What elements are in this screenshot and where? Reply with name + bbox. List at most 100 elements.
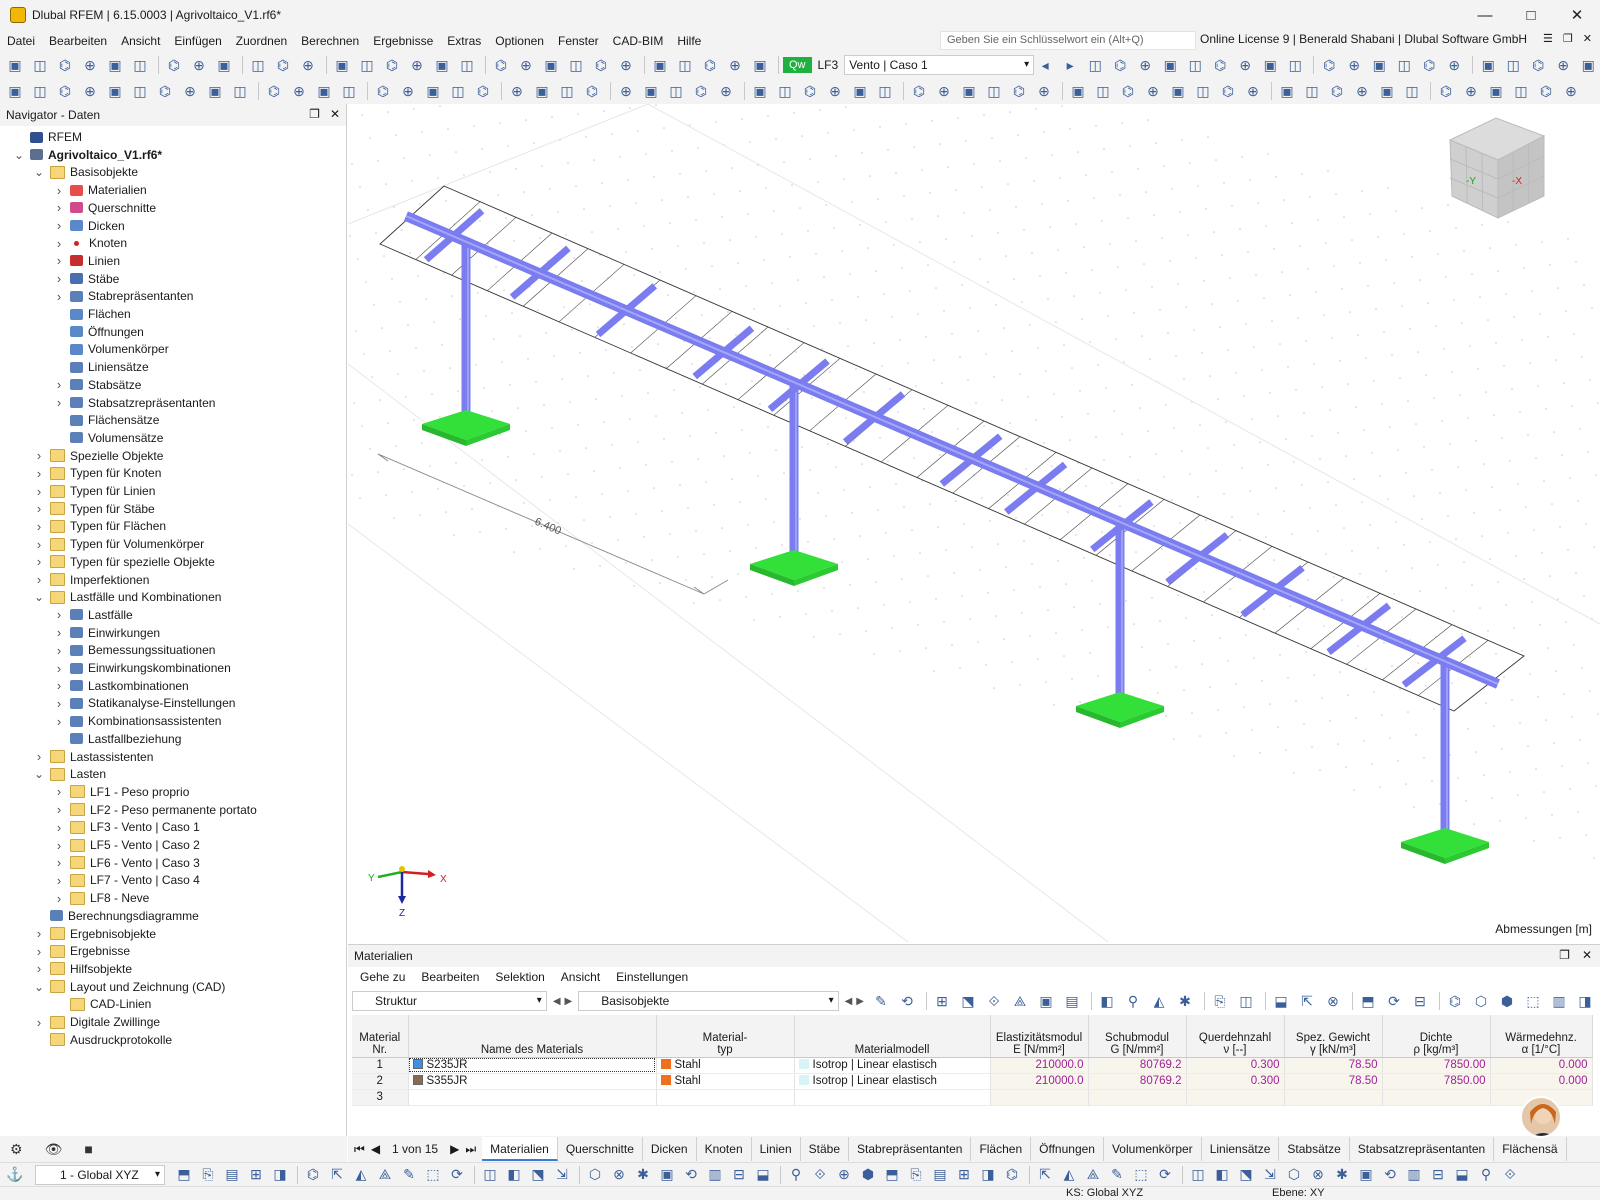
snap-tool-icon[interactable]: ⊟	[1427, 1164, 1449, 1186]
nav-item[interactable]: › LF7 - Vento | Caso 4	[52, 871, 200, 889]
snap-tool-icon[interactable]: ⚲	[1475, 1164, 1497, 1186]
tool-icon[interactable]: ▣	[1276, 80, 1298, 102]
snap-tool-icon[interactable]: ⟲	[1379, 1164, 1401, 1186]
nav-item[interactable]: Flächen	[52, 305, 131, 323]
table-tool-icon[interactable]: ⊞	[931, 990, 953, 1012]
materials-menu-item[interactable]: Ansicht	[553, 970, 608, 984]
nav-item[interactable]: › Imperfektionen	[32, 571, 150, 589]
tool-icon[interactable]: ▣	[640, 80, 662, 102]
snap-tool-icon[interactable]: ◧	[503, 1164, 525, 1186]
tool-icon[interactable]: ⊕	[1351, 80, 1373, 102]
snap-tool-icon[interactable]: ⬓	[1451, 1164, 1473, 1186]
tool-icon[interactable]: ▣	[422, 80, 444, 102]
snap-tool-icon[interactable]: ⊗	[608, 1164, 630, 1186]
expand-icon[interactable]: ›	[32, 448, 46, 463]
tool-icon[interactable]: ⊕	[188, 54, 210, 76]
cell-model[interactable]: Isotrop | Linear elastisch	[794, 1057, 991, 1074]
collapse-icon[interactable]: ⌄	[32, 768, 46, 780]
expand-icon[interactable]: ›	[32, 519, 46, 534]
tool-icon[interactable]: ⌬	[154, 80, 176, 102]
table-tool-icon[interactable]: ▥	[1548, 990, 1570, 1012]
snap-tool-icon[interactable]: ⬢	[857, 1164, 879, 1186]
tool-icon[interactable]: ⌬	[690, 80, 712, 102]
nav-item[interactable]: › Statikanalyse-Einstellungen	[52, 694, 236, 712]
cell-type[interactable]	[656, 1089, 795, 1106]
nav-item[interactable]: › Typen für Stäbe	[32, 500, 155, 518]
next-icon[interactable]: ▶	[856, 996, 864, 1007]
tool-icon[interactable]: ◫	[1301, 80, 1323, 102]
tool-icon[interactable]: ⌬	[54, 80, 76, 102]
column-header[interactable]: Spez. Gewicht γ [kN/m³]	[1284, 1015, 1383, 1058]
tool-icon[interactable]: ▣	[849, 80, 871, 102]
tool-icon[interactable]: ◫	[874, 80, 896, 102]
table-tab[interactable]: Dicken	[643, 1137, 697, 1161]
nav-item[interactable]: Volumenkörper	[52, 340, 169, 358]
tool-icon[interactable]: ⊕	[79, 80, 101, 102]
snap-tool-icon[interactable]: ⬡	[584, 1164, 606, 1186]
snap-tool-icon[interactable]: ▤	[929, 1164, 951, 1186]
tool-icon[interactable]: ⊕	[615, 80, 637, 102]
expand-icon[interactable]: ›	[32, 554, 46, 569]
close-icon[interactable]: ✕	[1582, 948, 1592, 962]
pin-icon[interactable]: ❐	[309, 107, 320, 121]
tool-icon[interactable]: ◫	[1502, 54, 1524, 76]
column-header[interactable]: Material Nr.	[352, 1015, 409, 1058]
views-tab-icon[interactable]: ■	[84, 1141, 92, 1157]
tool-icon[interactable]: ⊕	[297, 54, 319, 76]
tool-icon[interactable]: ◫	[565, 54, 587, 76]
tool-icon[interactable]: ⊕	[1134, 54, 1156, 76]
display-tab-icon[interactable]: 👁	[45, 1141, 63, 1158]
tool-icon[interactable]: ⌬	[472, 80, 494, 102]
tool-icon[interactable]: ⌬	[1318, 54, 1340, 76]
tool-icon[interactable]: ▣	[1159, 54, 1181, 76]
expand-icon[interactable]: ›	[52, 377, 66, 392]
cell-alpha[interactable]: 0.000	[1490, 1057, 1593, 1074]
nav-item[interactable]: › LF8 - Neve	[52, 889, 150, 907]
expand-icon[interactable]: ›	[52, 236, 66, 251]
table-row[interactable]: 3	[352, 1089, 1593, 1106]
cell-gamma[interactable]: 78.50	[1284, 1057, 1383, 1074]
tool-icon[interactable]: ⊕	[1142, 80, 1164, 102]
snap-tool-icon[interactable]: ⟐	[809, 1164, 831, 1186]
snap-tool-icon[interactable]: ⬒	[881, 1164, 903, 1186]
tool-icon[interactable]: ▣	[1485, 80, 1507, 102]
tool-icon[interactable]: ⊕	[824, 80, 846, 102]
next-icon[interactable]: ▶	[565, 996, 573, 1007]
nav-item[interactable]: Volumensätze	[52, 429, 163, 447]
snap-tool-icon[interactable]: ⚲	[785, 1164, 807, 1186]
load-case-selector[interactable]: Qw LF3 Vento | Caso 1	[783, 55, 1035, 75]
expand-icon[interactable]: ›	[52, 183, 66, 198]
expand-icon[interactable]: ›	[52, 784, 66, 799]
tool-icon[interactable]: ⊕	[1552, 54, 1574, 76]
nav-item[interactable]: › Stabrepräsentanten	[52, 287, 194, 305]
table-tool-icon[interactable]: ◨	[1574, 990, 1596, 1012]
close-icon[interactable]: ✕	[1583, 32, 1592, 45]
tool-icon[interactable]: ⌬	[590, 54, 612, 76]
data-tab-icon[interactable]: ⚙	[10, 1141, 23, 1158]
snap-tool-icon[interactable]: ✎	[1106, 1164, 1128, 1186]
expand-icon[interactable]: ›	[32, 501, 46, 516]
support-plate[interactable]	[1076, 692, 1164, 722]
tool-icon[interactable]: ⌬	[272, 54, 294, 76]
nav-item[interactable]: › Materialien	[52, 181, 147, 199]
expand-icon[interactable]: ›	[52, 625, 66, 640]
prev-page-icon[interactable]: ◀	[371, 1142, 380, 1156]
cell-G[interactable]: 80769.2	[1088, 1057, 1187, 1074]
tool-icon[interactable]: ⌬	[1326, 80, 1348, 102]
expand-icon[interactable]: ›	[32, 749, 46, 764]
tool-icon[interactable]: ⊕	[1460, 80, 1482, 102]
cell-model[interactable]: Isotrop | Linear elastisch	[794, 1073, 991, 1090]
prev-load-case-icon[interactable]: ◂	[1034, 54, 1056, 76]
load-case-name[interactable]: Vento | Caso 1	[844, 55, 1035, 75]
tool-icon[interactable]: ◫	[1393, 54, 1415, 76]
nav-item[interactable]: › LF3 - Vento | Caso 1	[52, 818, 200, 836]
nav-item[interactable]: Lastfallbeziehung	[52, 730, 181, 748]
snap-tool-icon[interactable]: ⬔	[527, 1164, 549, 1186]
support-plate[interactable]	[422, 410, 510, 440]
table-tool-icon[interactable]: ⬒	[1357, 990, 1379, 1012]
nav-item[interactable]: › Stabsätze	[52, 376, 142, 394]
nav-item[interactable]: › Hilfsobjekte	[32, 960, 132, 978]
expand-icon[interactable]: ›	[52, 271, 66, 286]
tool-icon[interactable]: ◫	[983, 80, 1005, 102]
cell-rho[interactable]: 7850.00	[1382, 1073, 1491, 1090]
